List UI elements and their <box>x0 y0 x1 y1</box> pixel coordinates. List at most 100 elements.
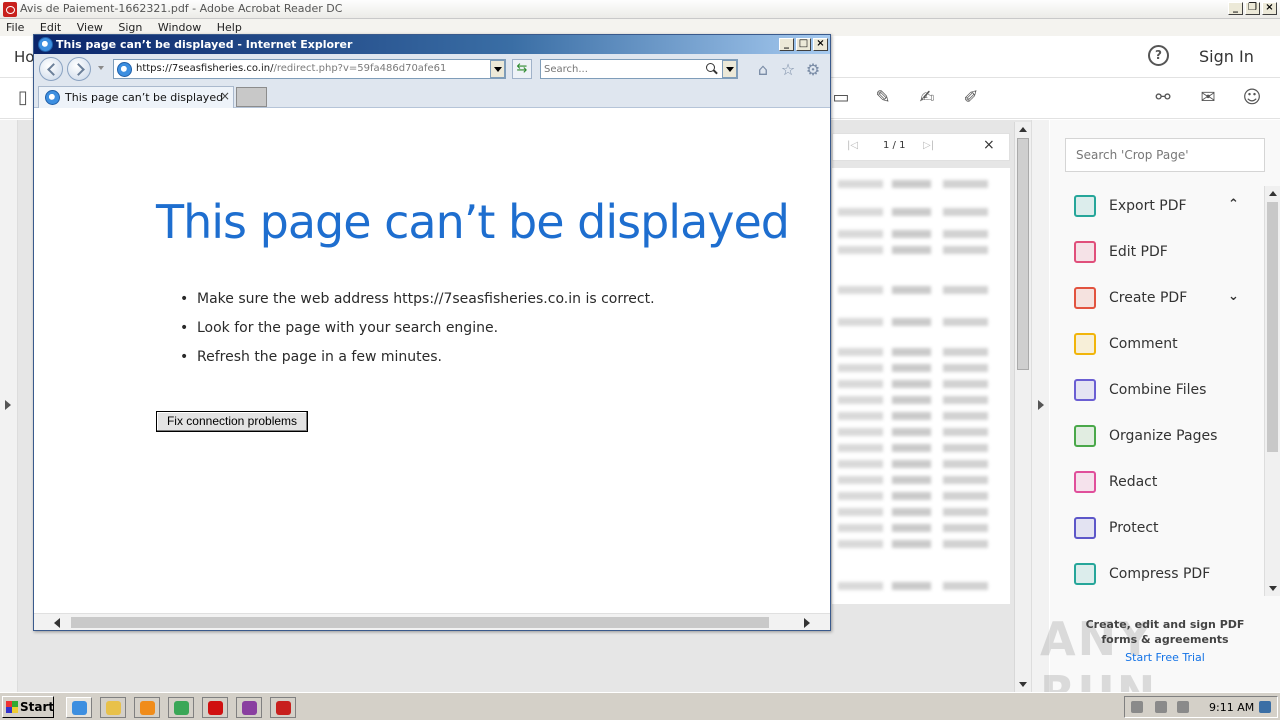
ie-minimize-button[interactable]: _ <box>779 38 794 51</box>
help-icon[interactable]: ? <box>1148 45 1169 66</box>
taskbar-acrobat-reader-button[interactable] <box>270 697 296 718</box>
email-icon[interactable]: ✉ <box>1197 87 1219 109</box>
ie-maximize-button[interactable]: □ <box>796 38 811 51</box>
sign-pen-icon[interactable]: ✍ <box>916 87 938 109</box>
add-user-icon[interactable]: ☺ <box>1241 87 1263 109</box>
favorites-star-icon[interactable]: ☆ <box>779 61 797 79</box>
menu-edit[interactable]: Edit <box>34 19 67 34</box>
fix-connection-problems-button[interactable]: Fix connection problems <box>156 411 308 432</box>
scroll-left-arrow-icon[interactable] <box>54 618 60 628</box>
internet-explorer-window: This page can’t be displayed - Internet … <box>33 34 831 631</box>
tools-pane-scrollbar[interactable] <box>1264 186 1280 596</box>
menu-view[interactable]: View <box>71 19 109 34</box>
tab-close-icon[interactable]: × <box>220 89 230 103</box>
tool-item[interactable]: Create PDF ⌄ <box>1050 276 1265 322</box>
winrar-icon <box>242 701 257 715</box>
search-provider-dropdown[interactable] <box>722 60 737 78</box>
start-button[interactable]: Start <box>2 696 54 718</box>
taskbar-media-player-button[interactable] <box>134 697 160 718</box>
sign-in-button[interactable]: Sign In <box>1199 47 1254 66</box>
document-vertical-scrollbar[interactable] <box>1014 122 1031 692</box>
ie-title-bar: This page can’t be displayed - Internet … <box>34 35 830 54</box>
network-icon[interactable] <box>1155 701 1167 713</box>
tool-item[interactable]: Organize Pages <box>1050 414 1265 460</box>
restore-button[interactable]: ❐ <box>1245 2 1260 15</box>
tool-expand-chevron-icon[interactable]: ⌄ <box>1228 289 1239 304</box>
menu-file[interactable]: File <box>0 19 30 34</box>
pdf-page-preview <box>832 168 1010 604</box>
menu-help[interactable]: Help <box>211 19 248 34</box>
horizontal-scroll-thumb[interactable] <box>71 617 769 628</box>
menu-sign[interactable]: Sign <box>112 19 148 34</box>
pane-scroll-down-icon[interactable] <box>1269 586 1277 591</box>
scroll-up-arrow-icon[interactable] <box>1019 127 1027 132</box>
tool-item[interactable]: Comment <box>1050 322 1265 368</box>
tool-item[interactable]: Redact <box>1050 460 1265 506</box>
taskbar-internet-explorer-button[interactable] <box>66 697 92 718</box>
tool-item[interactable]: Export PDF ⌃ <box>1050 184 1265 230</box>
tool-item[interactable]: Protect <box>1050 506 1265 552</box>
pane-scrollbar-thumb[interactable] <box>1267 202 1278 452</box>
expand-left-arrow-icon <box>5 400 11 410</box>
address-dropdown-button[interactable] <box>490 60 505 78</box>
acrobat-window-title: Avis de Paiement-1662321.pdf - Adobe Acr… <box>20 2 343 15</box>
settings-gear-icon[interactable]: ⚙ <box>804 61 822 79</box>
ie-page-content: This page can’t be displayed Make sure t… <box>34 108 830 614</box>
menu-window[interactable]: Window <box>152 19 207 34</box>
left-panel-toggle[interactable] <box>0 120 18 692</box>
suggestion-item: Make sure the web address https://7seasf… <box>180 291 655 320</box>
refresh-button[interactable]: ⇆ <box>512 59 532 79</box>
fill-sign-icon[interactable]: ✐ <box>960 87 982 109</box>
ie-horizontal-scrollbar[interactable] <box>34 613 830 630</box>
protect-icon <box>1074 517 1096 539</box>
close-button[interactable]: × <box>1262 2 1277 15</box>
search-box[interactable] <box>540 59 738 79</box>
search-input[interactable] <box>544 62 704 76</box>
promo-line-2: forms & agreements <box>1101 633 1229 646</box>
home-tab[interactable]: Ho <box>14 48 34 66</box>
taskbar-opera-button[interactable] <box>202 697 228 718</box>
taskbar-chrome-button[interactable] <box>168 697 194 718</box>
tool-label: Compress PDF <box>1109 566 1211 582</box>
tool-item[interactable]: Combine Files <box>1050 368 1265 414</box>
tab-label: This page can’t be displayed <box>65 91 224 104</box>
pane-scroll-up-icon[interactable] <box>1269 191 1277 196</box>
tab-current[interactable]: This page can’t be displayed × <box>38 86 234 108</box>
acrobat-app-icon <box>3 2 17 17</box>
scroll-down-arrow-icon[interactable] <box>1019 682 1027 687</box>
taskbar-file-explorer-button[interactable] <box>100 697 126 718</box>
search-icon[interactable] <box>706 63 715 72</box>
next-page-icon[interactable]: ▷| <box>923 140 934 151</box>
recent-pages-dropdown-icon[interactable] <box>98 66 104 70</box>
tool-item[interactable]: Edit PDF <box>1050 230 1265 276</box>
comment-tool-icon[interactable]: ▭ <box>830 87 852 109</box>
ie-close-button[interactable]: × <box>813 38 828 51</box>
first-page-icon[interactable]: |◁ <box>847 140 858 151</box>
right-panel-toggle[interactable] <box>1031 120 1049 692</box>
show-desktop-icon[interactable] <box>1259 701 1271 713</box>
forward-button[interactable] <box>67 57 91 81</box>
scroll-right-arrow-icon[interactable] <box>804 618 810 628</box>
minimize-button[interactable]: _ <box>1228 2 1243 15</box>
volume-icon[interactable] <box>1131 701 1143 713</box>
save-icon[interactable]: ▯ <box>12 87 34 109</box>
back-button[interactable] <box>39 57 63 81</box>
home-icon[interactable]: ⌂ <box>754 61 772 79</box>
taskbar-winrar-button[interactable] <box>236 697 262 718</box>
tool-expand-chevron-icon[interactable]: ⌃ <box>1228 197 1239 212</box>
tool-item[interactable]: Compress PDF <box>1050 552 1265 598</box>
highlight-pen-icon[interactable]: ✎ <box>872 87 894 109</box>
share-link-icon[interactable]: ⚯ <box>1152 87 1174 109</box>
ie-window-title: This page can’t be displayed - Internet … <box>56 38 353 51</box>
flag-notification-icon[interactable] <box>1177 701 1189 713</box>
page-indicator: 1 / 1 <box>883 140 906 151</box>
ie-tab-strip: This page can’t be displayed × <box>34 84 830 108</box>
new-tab-button[interactable] <box>236 87 267 107</box>
crop-page-search-input[interactable]: Search 'Crop Page' <box>1065 138 1265 172</box>
scrollbar-thumb[interactable] <box>1017 138 1029 370</box>
address-bar[interactable]: https://7seasfisheries.co.in//redirect.p… <box>113 59 506 79</box>
tool-list: Export PDF ⌃ Edit PDF Create PDF ⌄ Comment Com… <box>1050 184 1265 598</box>
close-page-nav-icon[interactable]: × <box>983 137 995 153</box>
start-free-trial-link[interactable]: Start Free Trial <box>1068 651 1262 664</box>
suggestion-item: Refresh the page in a few minutes. <box>180 349 655 378</box>
